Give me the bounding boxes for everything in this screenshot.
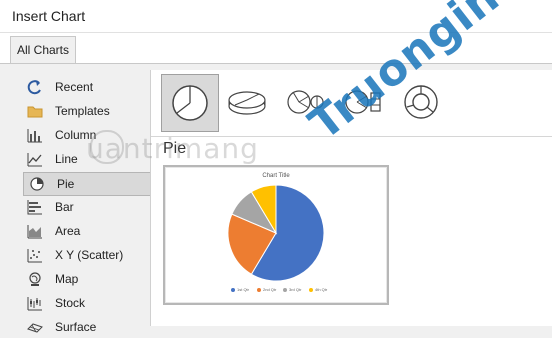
legend-label: 4th Qtr: [315, 287, 328, 292]
nav-item-pie[interactable]: Pie: [23, 172, 159, 196]
nav-item-label: Area: [55, 224, 81, 238]
nav-item-surface[interactable]: Surface: [22, 316, 158, 338]
nav-item-recent[interactable]: Recent: [22, 76, 158, 98]
nav-item-label: X Y (Scatter): [55, 248, 124, 262]
chart-legend: 1st Qtr 2nd Qtr 3rd Qtr 4th Qtr: [231, 287, 351, 297]
legend-label: 1st Qtr: [237, 287, 250, 292]
nav-item-map[interactable]: Map: [22, 268, 158, 290]
pie-chart: [227, 184, 325, 282]
nav-item-label: Stock: [55, 296, 86, 310]
dialog-content: Recent Templates Column Line Pie Bar Are…: [0, 63, 552, 334]
nav-item-label: Templates: [55, 104, 110, 118]
legend-swatch: [231, 287, 235, 292]
scatter-chart-icon: [27, 249, 42, 263]
legend-label: 3rd Qtr: [289, 287, 302, 292]
legend-entry: 2nd Qtr: [257, 287, 276, 292]
3d-pie-subtype-icon: [228, 91, 266, 115]
window-title: Insert Chart: [12, 8, 86, 24]
legend-swatch: [283, 287, 287, 292]
nav-item-bar[interactable]: Bar: [22, 196, 158, 218]
pie-subtype-icon: [172, 85, 208, 121]
watermark-left: uantrimang: [86, 132, 259, 165]
chart-type-list: Recent Templates Column Line Pie Bar Are…: [20, 70, 159, 334]
folder-icon: [27, 106, 43, 118]
nav-item-label: Recent: [55, 80, 94, 94]
recent-icon: [27, 80, 41, 95]
stock-chart-icon: [27, 297, 42, 311]
surface-chart-icon: [27, 323, 43, 333]
subtype-3d-pie-button[interactable]: [219, 74, 275, 130]
legend-swatch: [309, 287, 313, 292]
chart-preview[interactable]: Chart Title 1st Qtr 2nd Qtr 3rd Qtr 4th Qtr: [163, 165, 389, 305]
area-chart-icon: [27, 225, 42, 239]
nav-item-label: Pie: [57, 177, 75, 191]
nav-item-label: Line: [55, 152, 78, 166]
legend-swatch: [257, 287, 261, 292]
tab-all-charts[interactable]: All Charts: [10, 36, 76, 64]
nav-item-scatter[interactable]: X Y (Scatter): [22, 244, 158, 266]
nav-item-templates[interactable]: Templates: [22, 100, 158, 122]
legend-entry: 1st Qtr: [231, 287, 249, 292]
nav-item-area[interactable]: Area: [22, 220, 158, 242]
pie-chart-icon: [30, 177, 44, 191]
nav-item-label: Map: [55, 272, 79, 286]
legend-label: 2nd Qtr: [263, 287, 277, 292]
column-chart-icon: [27, 129, 42, 143]
nav-item-stock[interactable]: Stock: [22, 292, 158, 314]
subtype-pie-button[interactable]: [161, 74, 219, 132]
map-icon: [29, 272, 41, 286]
nav-item-label: Bar: [55, 200, 74, 214]
bar-chart-icon: [27, 200, 42, 215]
legend-entry: 3rd Qtr: [283, 287, 301, 292]
legend-entry: 4th Qtr: [309, 287, 327, 292]
nav-item-label: Surface: [55, 320, 97, 334]
line-chart-icon: [27, 153, 42, 167]
